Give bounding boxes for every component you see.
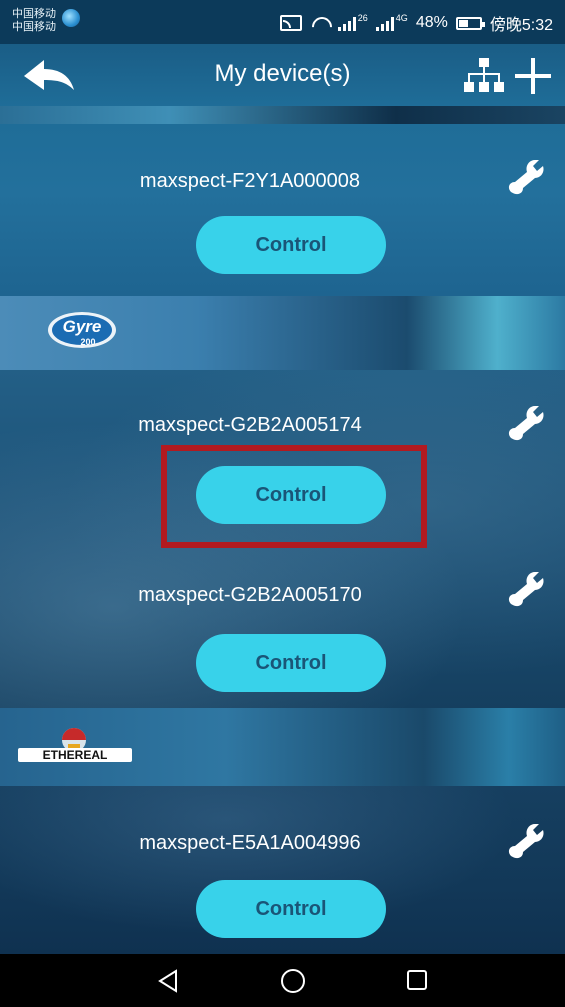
control-button[interactable]: Control bbox=[196, 880, 386, 938]
header-divider bbox=[0, 106, 565, 124]
signal-label-2: 4G bbox=[395, 13, 408, 23]
plus-icon bbox=[515, 58, 551, 94]
device-settings-button[interactable] bbox=[505, 154, 555, 198]
signal-icon bbox=[337, 15, 356, 31]
add-device-button[interactable] bbox=[513, 56, 553, 96]
battery-percent: 48% bbox=[415, 14, 448, 31]
device-name: maxspect-E5A1A004996 bbox=[139, 832, 361, 854]
nav-back-button[interactable] bbox=[156, 968, 180, 994]
wrench-icon bbox=[508, 160, 544, 195]
gyre-logo: Gyre 200 bbox=[48, 312, 116, 348]
carrier-line-1: 中国移动 bbox=[12, 8, 56, 20]
network-tree-icon bbox=[464, 58, 504, 92]
wifi-icon bbox=[310, 15, 330, 31]
gyre-logo-subtext: 200 bbox=[80, 337, 95, 347]
device-settings-button[interactable] bbox=[505, 566, 555, 610]
network-button[interactable] bbox=[464, 58, 504, 94]
ethereal-brand-band: ETHEREAL bbox=[0, 708, 565, 786]
device-name: maxspect-F2Y1A000008 bbox=[139, 170, 361, 192]
carrier-labels: 中国移动 中国移动 bbox=[12, 8, 56, 34]
wrench-icon bbox=[508, 406, 544, 441]
signal-icon-2 bbox=[375, 15, 394, 31]
device-card: maxspect-E5A1A004996 Control bbox=[0, 786, 565, 954]
nav-home-button[interactable] bbox=[280, 968, 306, 994]
carrier-line-2: 中国移动 bbox=[12, 21, 56, 33]
ethereal-logo-text: ETHEREAL bbox=[43, 748, 108, 762]
status-bar: 中国移动 中国移动 26 4G 48% 傍晚5:32 bbox=[0, 0, 565, 44]
nav-recent-icon bbox=[407, 970, 427, 990]
control-button[interactable]: Control bbox=[196, 216, 386, 274]
device-settings-button[interactable] bbox=[505, 818, 555, 862]
device-name: maxspect-G2B2A005174 bbox=[138, 414, 362, 436]
nav-back-icon bbox=[158, 969, 177, 993]
ethereal-logo: ETHEREAL bbox=[18, 728, 132, 762]
status-time: 傍晚5:32 bbox=[489, 17, 553, 34]
signal-label-1: 26 bbox=[357, 13, 368, 23]
app-notification-icon bbox=[62, 9, 80, 27]
gyre-logo-text: Gyre bbox=[63, 317, 102, 336]
control-button[interactable]: Control bbox=[196, 634, 386, 692]
wrench-icon bbox=[508, 824, 544, 859]
device-card: maxspect-F2Y1A000008 Control bbox=[0, 124, 565, 296]
battery-fill bbox=[458, 19, 469, 27]
device-settings-button[interactable] bbox=[505, 400, 555, 444]
nav-recent-button[interactable] bbox=[406, 969, 428, 991]
gyre-brand-band: Gyre 200 bbox=[0, 296, 565, 370]
status-indicators: 26 4G 48% 傍晚5:32 bbox=[279, 12, 553, 34]
cast-icon bbox=[279, 15, 302, 31]
wrench-icon bbox=[508, 572, 544, 607]
nav-home-icon bbox=[281, 969, 305, 993]
device-name: maxspect-G2B2A005170 bbox=[138, 584, 362, 606]
system-nav-bar bbox=[0, 954, 565, 1007]
highlight-box bbox=[161, 445, 427, 548]
app-header: My device(s) bbox=[0, 44, 565, 106]
battery-icon bbox=[455, 16, 485, 30]
